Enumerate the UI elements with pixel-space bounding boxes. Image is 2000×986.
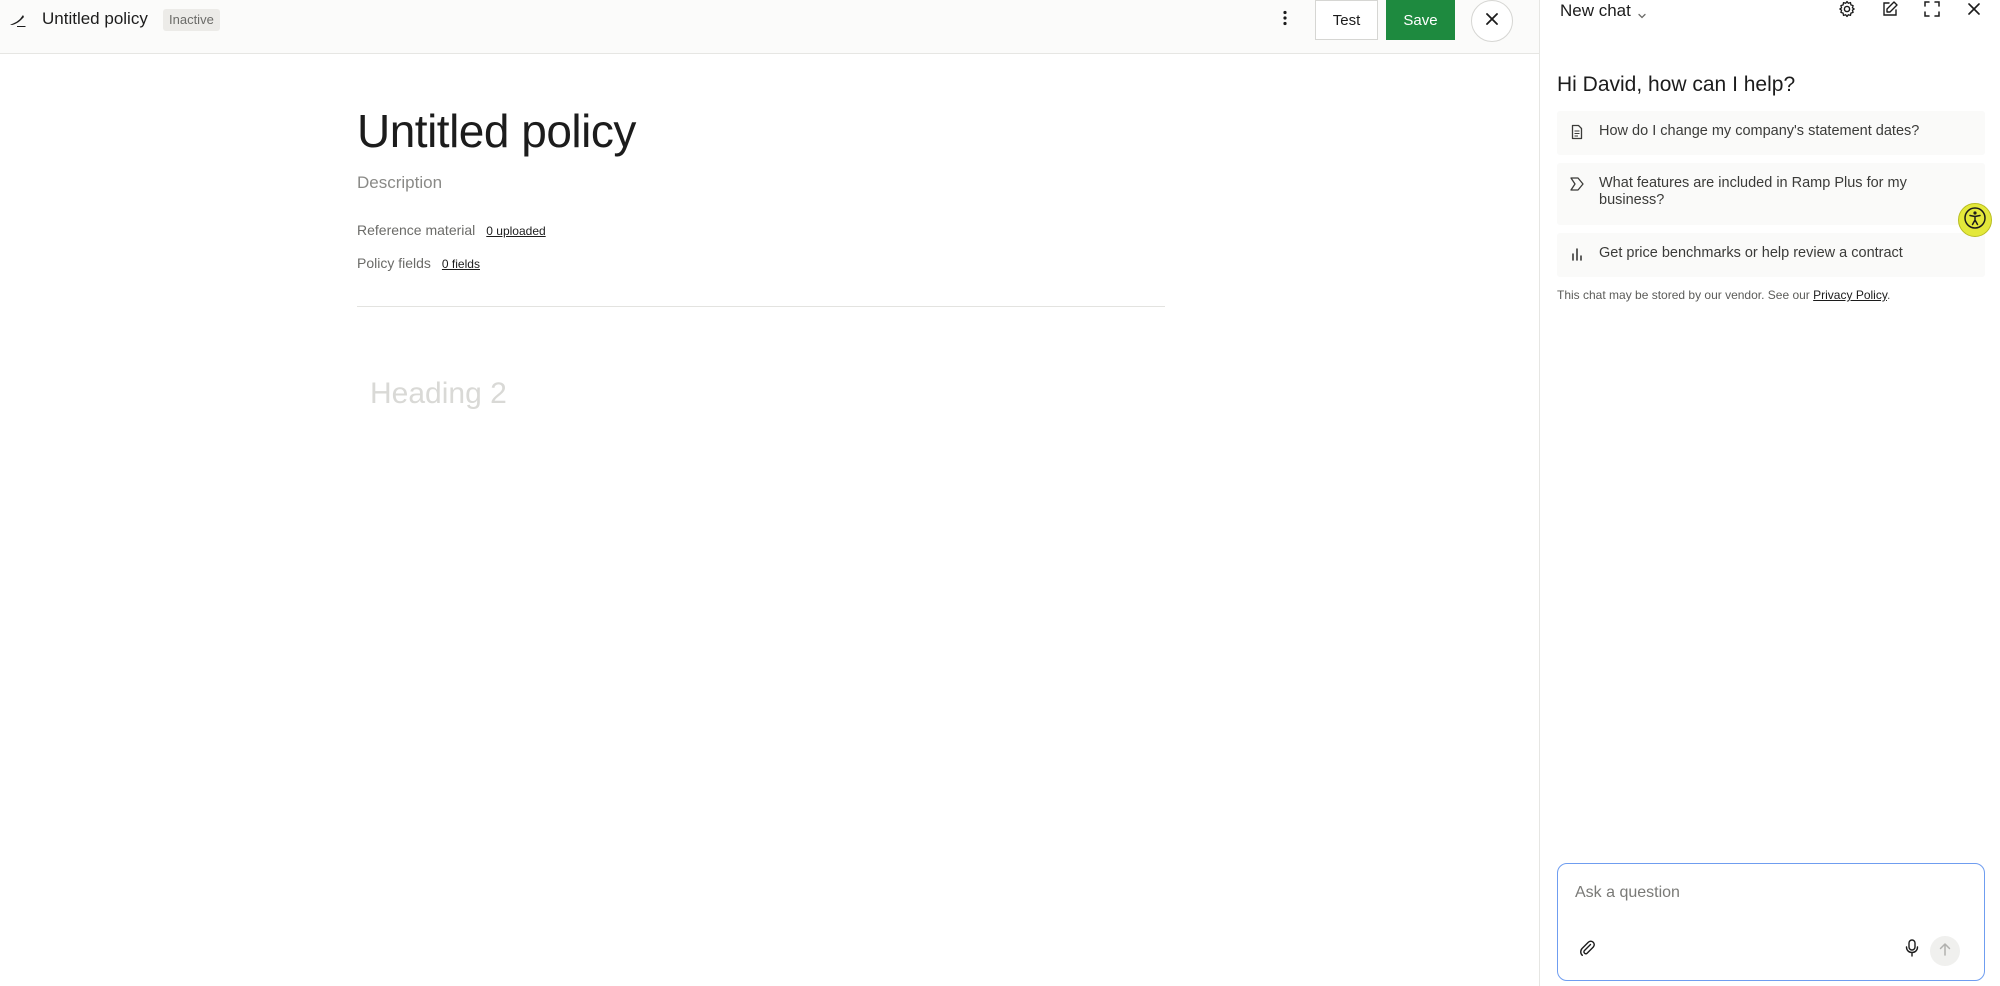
close-icon [1486, 12, 1498, 30]
description-field[interactable]: Description [357, 173, 442, 193]
close-editor-button[interactable] [1471, 0, 1513, 42]
policy-editor: Untitled policy Inactive Test Save Untit… [0, 0, 1539, 986]
suggestion-ramp-plus[interactable]: What features are included in Ramp Plus … [1557, 163, 1985, 225]
more-options-button[interactable] [1272, 6, 1298, 34]
policy-fields-label: Policy fields [357, 255, 431, 271]
status-badge: Inactive [163, 9, 220, 31]
reference-material-label: Reference material [357, 222, 476, 238]
page-title[interactable]: Untitled policy [357, 104, 636, 158]
settings-button[interactable] [1836, 0, 1858, 22]
new-chat-button[interactable] [1879, 0, 1901, 22]
close-icon [1968, 2, 1980, 20]
reference-material-link[interactable]: 0 uploaded [486, 224, 545, 238]
send-button[interactable] [1930, 936, 1960, 966]
suggestion-text: Get price benchmarks or help review a co… [1599, 245, 1903, 261]
voice-input-button[interactable] [1901, 938, 1923, 962]
ramp-plus-icon [1569, 176, 1585, 192]
accessibility-icon [1963, 206, 1987, 235]
chat-panel: New chat Hi David, how can I help? How d… [1540, 0, 2000, 986]
paperclip-icon [1578, 939, 1596, 962]
suggestion-text: How do I change my company's statement d… [1599, 123, 1920, 139]
heading-placeholder[interactable]: Heading 2 [370, 377, 507, 411]
disclaimer-text: This chat may be stored by our vendor. S… [1557, 288, 1814, 302]
suggestion-text: What features are included in Ramp Plus … [1599, 175, 1907, 208]
close-chat-button[interactable] [1963, 0, 1985, 22]
policy-fields-row: Policy fields 0 fields [357, 255, 480, 271]
chat-title: New chat [1560, 1, 1631, 20]
privacy-policy-link[interactable]: Privacy Policy [1813, 288, 1887, 302]
edit-icon [1881, 0, 1899, 23]
chat-disclaimer: This chat may be stored by our vendor. S… [1557, 288, 1890, 302]
accessibility-button[interactable] [1958, 203, 1992, 237]
bar-chart-icon [1569, 246, 1585, 262]
chat-title-dropdown[interactable]: New chat [1560, 0, 1647, 22]
chat-composer [1557, 863, 1985, 981]
editor-topbar: Untitled policy Inactive Test Save [0, 0, 1539, 54]
suggestion-statement-dates[interactable]: How do I change my company's statement d… [1557, 111, 1985, 155]
test-button[interactable]: Test [1315, 0, 1378, 40]
divider [357, 306, 1165, 307]
reference-material-row: Reference material 0 uploaded [357, 222, 546, 238]
gear-icon [1838, 0, 1856, 23]
chevron-down-icon [1637, 6, 1647, 19]
expand-icon [1924, 0, 1940, 22]
expand-button[interactable] [1921, 0, 1943, 22]
question-input[interactable] [1575, 881, 1965, 905]
suggestion-price-benchmarks[interactable]: Get price benchmarks or help review a co… [1557, 233, 1985, 277]
ramp-logo-icon[interactable] [8, 10, 28, 30]
disclaimer-suffix: . [1886, 288, 1891, 302]
policy-fields-link[interactable]: 0 fields [442, 257, 480, 271]
more-vertical-icon [1283, 10, 1287, 31]
arrow-up-icon [1939, 942, 1951, 961]
save-button[interactable]: Save [1386, 0, 1455, 40]
doc-title: Untitled policy [42, 9, 148, 28]
microphone-icon [1905, 938, 1919, 962]
attach-button[interactable] [1576, 939, 1598, 961]
chat-greeting: Hi David, how can I help? [1557, 73, 1796, 96]
document-icon [1569, 124, 1585, 140]
